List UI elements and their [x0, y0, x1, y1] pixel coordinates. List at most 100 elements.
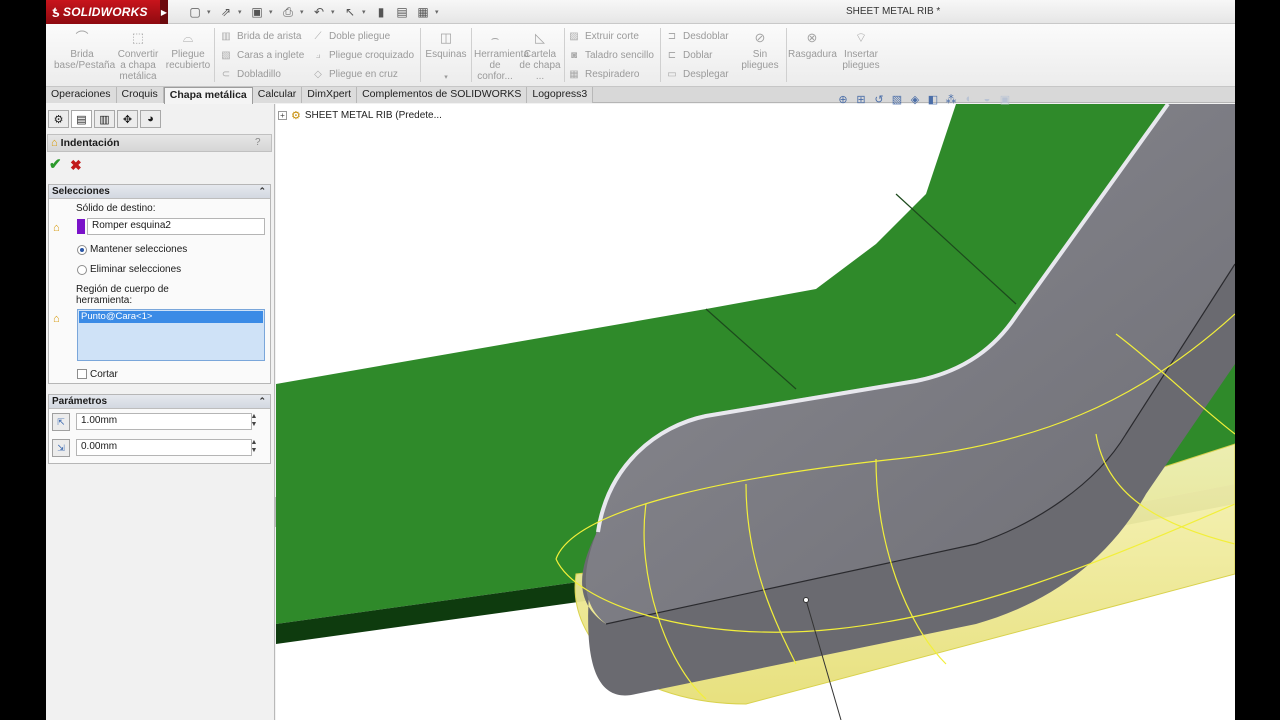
esquinas-button[interactable]: ◫ Esquinas ▾ — [424, 28, 468, 83]
display-style-icon[interactable]: ◧ — [926, 92, 940, 106]
tab-complementos[interactable]: Complementos de SOLIDWORKS — [357, 87, 528, 103]
save-icon[interactable]: ▣ — [248, 3, 266, 21]
thickness-field[interactable]: 1.00mm — [76, 413, 252, 430]
new-dropdown-icon[interactable]: ▾ — [207, 3, 214, 21]
options-dropdown-icon[interactable]: ▾ — [435, 3, 442, 21]
desplegar-button[interactable]: ▭ Desplegar — [666, 68, 728, 80]
target-body-field[interactable]: Romper esquina2 — [87, 218, 265, 235]
hide-show-items-icon[interactable]: ⁂ — [944, 92, 958, 106]
cut-checkbox[interactable] — [77, 369, 87, 379]
menu-expand-icon[interactable]: ▶ — [160, 0, 168, 24]
doble-pliegue-button[interactable]: ⟋ Doble pliegue — [312, 30, 391, 42]
solidworks-window: ƾ SOLIDWORKS ▶ ▢ ▾ ⇗ ▾ ▣ ▾ ⎙ ▾ ↶ ▾ ↖ ▾ ▮ ▤ ▦ ▾ … — [46, 0, 1235, 720]
gusset-icon: ◺ — [535, 30, 545, 45]
tool-region-item[interactable]: Punto@Cara<1> — [79, 311, 263, 323]
collapse-icon[interactable]: ⌃ — [258, 185, 266, 198]
thickness-spinner-icon[interactable]: ▲ ▼ — [248, 413, 260, 430]
zoom-to-fit-icon[interactable]: ⊕ — [836, 92, 850, 106]
desdoblar-button[interactable]: ⊐ Desdoblar — [666, 30, 729, 42]
print-icon[interactable]: ⎙ — [279, 3, 297, 21]
herramienta-conformar-button[interactable]: ⌢ Herramienta de confor... — [474, 28, 529, 82]
view-settings-icon[interactable]: ▣ — [998, 92, 1012, 106]
tab-operaciones[interactable]: Operaciones — [46, 87, 117, 103]
pliegue-cruz-button[interactable]: ◇ Pliegue en cruz — [312, 68, 398, 80]
tab-chapa-metalica[interactable]: Chapa metálica — [163, 87, 253, 104]
ok-button[interactable]: ✔ — [49, 157, 65, 173]
esquinas-dropdown-icon: ▾ — [444, 74, 448, 81]
taladro-sencillo-button[interactable]: ◙ Taladro sencillo — [568, 49, 654, 61]
graphics-area[interactable]: + ⚙ SHEET METAL RIB (Predete... — [276, 104, 1235, 720]
dimxpert-manager-tab-icon[interactable]: ✥ — [117, 110, 138, 128]
extruir-corte-button[interactable]: ▨ Extruir corte — [568, 30, 639, 42]
keep-selections-label[interactable]: Mantener selecciones — [90, 244, 187, 255]
insertar-pliegues-button[interactable]: ⌔ Insertar pliegues — [838, 28, 884, 71]
keep-selections-radio[interactable] — [77, 245, 87, 255]
pliegue-recubierto-button[interactable]: ⌓ Pliegue recubierto — [164, 28, 212, 71]
options-icon[interactable]: ▦ — [414, 3, 432, 21]
apply-scene-icon[interactable]: ◒ — [980, 92, 994, 106]
remove-selections-label[interactable]: Eliminar selecciones — [90, 264, 181, 275]
select-dropdown-icon[interactable]: ▾ — [362, 3, 369, 21]
doble-pliegue-label: Doble pliegue — [329, 30, 391, 42]
view-orientation-icon[interactable]: ◈ — [908, 92, 922, 106]
help-icon[interactable]: ? — [255, 137, 267, 149]
property-manager-tab-icon[interactable]: ▤ — [71, 110, 92, 128]
display-manager-tab-icon[interactable]: ◕ — [140, 110, 161, 128]
print-dropdown-icon[interactable]: ▾ — [300, 3, 307, 21]
edit-appearance-icon[interactable]: ◐ — [962, 92, 976, 106]
ribbon-divider — [471, 28, 472, 82]
selection-point — [803, 597, 809, 603]
parameters-group: Parámetros ⌃ ⇱ 1.00mm ▲ ▼ ⇲ 0.00mm ▲ ▼ — [48, 394, 271, 464]
save-dropdown-icon[interactable]: ▾ — [269, 3, 276, 21]
cancel-button[interactable]: ✖ — [70, 157, 86, 173]
flyout-feature-tree[interactable]: + ⚙ SHEET METAL RIB (Predete... — [278, 109, 442, 122]
tab-calcular[interactable]: Calcular — [252, 87, 303, 103]
lofted-bend-icon: ⌓ — [182, 30, 194, 45]
sin-pliegues-button[interactable]: ⊘ Sin pliegues — [736, 28, 784, 71]
solidworks-logo[interactable]: ƾ SOLIDWORKS — [46, 0, 160, 24]
selections-header[interactable]: Selecciones ⌃ — [49, 185, 270, 199]
previous-view-icon[interactable]: ↺ — [872, 92, 886, 106]
clearance-field[interactable]: 0.00mm — [76, 439, 252, 456]
tool-region-list[interactable]: Punto@Cara<1> — [77, 309, 265, 361]
tab-logopress3[interactable]: Logopress3 — [527, 87, 594, 103]
undo-dropdown-icon[interactable]: ▾ — [331, 3, 338, 21]
rebuild-icon[interactable]: ▮ — [372, 3, 390, 21]
open-icon[interactable]: ⇗ — [217, 3, 235, 21]
cartela-chapa-button[interactable]: ◺ Cartela de chapa ... — [519, 28, 561, 82]
tab-dimxpert[interactable]: DimXpert — [302, 87, 358, 103]
undo-icon[interactable]: ↶ — [310, 3, 328, 21]
brida-base-button[interactable]: ⌒ Brida base/Pestaña — [54, 28, 115, 71]
tab-croquis[interactable]: Croquis — [116, 87, 164, 103]
cut-label[interactable]: Cortar — [90, 369, 118, 380]
title-bar: ƾ SOLIDWORKS ▶ ▢ ▾ ⇗ ▾ ▣ ▾ ⎙ ▾ ↶ ▾ ↖ ▾ ▮ ▤ ▦ ▾ … — [46, 0, 1235, 24]
sheet-metal-model[interactable] — [276, 104, 1235, 720]
parameters-header[interactable]: Parámetros ⌃ — [49, 395, 270, 409]
brida-arista-button[interactable]: ▥ Brida de arista — [220, 30, 301, 42]
configuration-manager-tab-icon[interactable]: ▥ — [94, 110, 115, 128]
clearance-spinner-icon[interactable]: ▲ ▼ — [248, 439, 260, 456]
collapse-icon[interactable]: ⌃ — [258, 395, 266, 408]
remove-selections-radio[interactable] — [77, 265, 87, 275]
pliegue-croquizado-button[interactable]: ⟓ Pliegue croquizado — [312, 49, 414, 61]
document-title: SHEET METAL RIB * — [846, 6, 941, 17]
section-view-icon[interactable]: ▧ — [890, 92, 904, 106]
ribbon-divider — [564, 28, 565, 82]
rasgadura-button[interactable]: ⊗ Rasgadura — [788, 28, 837, 60]
expand-icon[interactable]: + — [278, 111, 287, 120]
new-document-icon[interactable]: ▢ — [186, 3, 204, 21]
dobladillo-button[interactable]: ⊂ Dobladillo — [220, 68, 281, 80]
insertar-pliegues-label: Insertar pliegues — [842, 49, 880, 71]
caras-ingleto-button[interactable]: ▧ Caras a inglete — [220, 49, 304, 61]
open-dropdown-icon[interactable]: ▾ — [238, 3, 245, 21]
file-properties-icon[interactable]: ▤ — [393, 3, 411, 21]
convertir-button[interactable]: ⬚ Convertir a chapa metálica — [114, 28, 162, 82]
feature-manager-tab-icon[interactable]: ⚙ — [48, 110, 69, 128]
doblar-button[interactable]: ⊏ Doblar — [666, 49, 713, 61]
respiradero-button[interactable]: ▦ Respiradero — [568, 68, 639, 80]
manager-tabs: ⚙ ▤ ▥ ✥ ◕ — [48, 110, 161, 128]
tool-region-label-2: herramienta: — [76, 295, 133, 306]
select-icon[interactable]: ↖ — [341, 3, 359, 21]
zoom-to-area-icon[interactable]: ⊞ — [854, 92, 868, 106]
convertir-label: Convertir a chapa metálica — [117, 49, 159, 82]
